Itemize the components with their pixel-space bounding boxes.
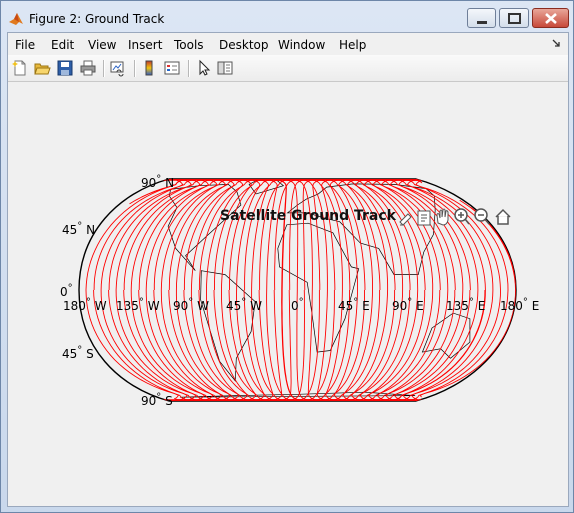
edit-plot-icon[interactable]: [195, 59, 213, 77]
map-axes[interactable]: [8, 83, 568, 506]
figure-canvas[interactable]: Satellite Ground Track 90° N 45° N 0° 45…: [8, 83, 568, 506]
new-figure-icon[interactable]: [11, 59, 29, 77]
plot-title: Satellite Ground Track: [220, 208, 396, 224]
figure-client-area: File Edit View Insert Tools Desktop Wind…: [7, 32, 569, 507]
toolbar-separator: [188, 60, 190, 77]
menu-insert[interactable]: Insert: [128, 38, 162, 52]
menu-bar: File Edit View Insert Tools Desktop Wind…: [8, 33, 568, 55]
menu-window[interactable]: Window: [278, 38, 325, 52]
maximize-button[interactable]: [499, 8, 529, 28]
pan-icon[interactable]: [436, 208, 449, 226]
toolbar-separator: [103, 60, 105, 77]
figure-toolbar: [8, 55, 568, 82]
zoom-out-icon[interactable]: [474, 208, 490, 225]
datatip-icon[interactable]: [417, 210, 431, 226]
minimize-button[interactable]: [467, 8, 496, 28]
lon-label-45w: 45° W: [226, 297, 262, 313]
minimize-icon: [477, 21, 487, 24]
lon-label-180e: 180° E: [500, 297, 540, 313]
menu-tools[interactable]: Tools: [174, 38, 204, 52]
menu-file[interactable]: File: [15, 38, 35, 52]
close-button[interactable]: [532, 8, 569, 28]
menu-edit[interactable]: Edit: [51, 38, 74, 52]
window-title: Figure 2: Ground Track: [29, 12, 165, 26]
lon-label-90w: 90° W: [173, 297, 209, 313]
close-icon: [545, 13, 557, 24]
print-icon[interactable]: [79, 59, 97, 77]
toolbar-separator: [134, 60, 136, 77]
menu-help[interactable]: Help: [339, 38, 366, 52]
lat-label-45s: 45° S: [62, 345, 94, 361]
save-icon[interactable]: [56, 59, 74, 77]
lon-label-90e: 90° E: [392, 297, 424, 313]
lon-label-45e: 45° E: [338, 297, 370, 313]
matlab-icon: [9, 13, 23, 25]
maximize-icon: [508, 13, 521, 24]
lon-label-135w: 135° W: [116, 297, 160, 313]
dock-arrow-icon[interactable]: [552, 39, 560, 47]
menu-view[interactable]: View: [88, 38, 116, 52]
lat-label-45n: 45° N: [62, 221, 96, 237]
link-plot-icon[interactable]: [109, 59, 127, 77]
colorbar-icon[interactable]: [140, 59, 158, 77]
menu-desktop[interactable]: Desktop: [219, 38, 269, 52]
open-file-icon[interactable]: [33, 59, 51, 77]
lat-label-90s: 90° S: [141, 392, 173, 408]
home-icon[interactable]: [495, 208, 511, 225]
lon-label-180w: 180° W: [63, 297, 107, 313]
zoom-in-icon[interactable]: [454, 208, 470, 225]
lon-label-135e: 135° E: [446, 297, 486, 313]
lat-label-90n: 90° N: [141, 174, 175, 190]
title-bar[interactable]: Figure 2: Ground Track: [1, 1, 573, 32]
property-inspector-icon[interactable]: [216, 59, 234, 77]
lon-label-0: 0°: [291, 297, 304, 313]
axes-toolbar: [399, 208, 511, 226]
legend-icon[interactable]: [163, 59, 181, 77]
brush-icon[interactable]: [399, 213, 412, 226]
figure-window: Figure 2: Ground Track File Edit View In…: [0, 0, 574, 513]
